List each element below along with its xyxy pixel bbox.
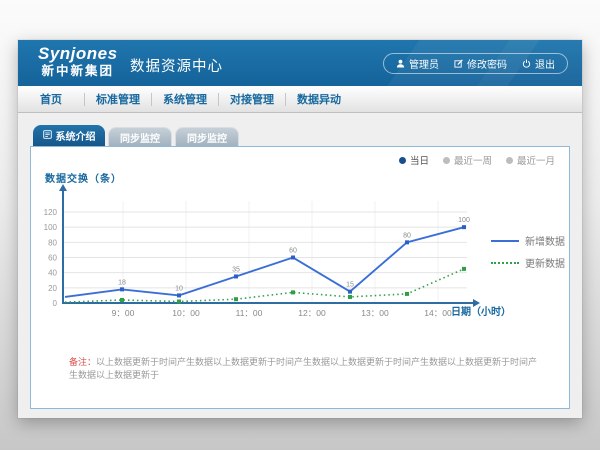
legend-label: 新增数据 [525,233,565,248]
tab-label: 同步监控 [120,130,160,145]
nav-item-data-change[interactable]: 数据异动 [286,91,352,107]
svg-text:10: 10 [175,285,183,292]
filter-label: 最近一月 [517,153,555,167]
legend-label: 更新数据 [525,255,565,270]
svg-text:120: 120 [44,208,58,217]
edit-icon [454,59,463,68]
filter-last-month[interactable]: 最近一月 [506,153,555,167]
tab-sync-monitor-1[interactable]: 同步监控 [108,127,172,146]
filter-today[interactable]: 当日 [399,153,429,167]
nav-item-system-management[interactable]: 系统管理 [152,91,218,107]
document-icon [43,130,52,142]
x-axis-title: 日期（小时） [451,303,511,318]
svg-text:40: 40 [48,269,57,278]
svg-text:35: 35 [232,266,240,273]
tab-system-intro[interactable]: 系统介绍 [33,125,105,146]
solid-line-swatch-icon [491,240,519,242]
nav-item-home[interactable]: 首页 [18,91,84,107]
main-nav: 首页 标准管理 系统管理 对接管理 数据异动 [18,86,582,113]
filter-label: 当日 [410,153,429,167]
logout-label: 退出 [535,56,555,71]
tab-sync-monitor-2[interactable]: 同步监控 [175,127,239,146]
svg-text:60: 60 [289,248,297,255]
svg-text:80: 80 [403,232,411,239]
change-password-button[interactable]: 修改密码 [454,56,507,71]
svg-text:60: 60 [48,254,57,263]
svg-text:20: 20 [48,284,57,293]
footnote: 备注：以上数据更新于时间产生数据以上数据更新于时间产生数据以上数据更新于时间产生… [69,356,539,382]
filter-last-week[interactable]: 最近一周 [443,153,492,167]
filter-label: 最近一周 [454,153,492,167]
chart-panel: 当日 最近一周 最近一月 数据交换（条） 0204060801001209：00… [30,146,570,409]
logo-text-zh: 新中新集团 [38,64,118,79]
user-actions-group: 管理员 修改密码 退出 [383,53,568,74]
nav-item-integration-management[interactable]: 对接管理 [219,91,285,107]
admin-user-button[interactable]: 管理员 [396,56,439,71]
company-logo: Synjones 新中新集团 [38,44,118,79]
svg-text:0: 0 [53,299,58,308]
browser-page: Synjones 新中新集团 数据资源中心 管理员 修改密码 退出 [18,40,582,418]
app-header: Synjones 新中新集团 数据资源中心 管理员 修改密码 退出 [18,40,582,86]
tab-label: 系统介绍 [56,128,96,143]
footnote-label: 备注： [69,357,96,367]
dotted-line-swatch-icon [491,262,519,264]
line-chart: 0 20 40 60 80 100 120 9：00 10：00 11：00 12：00 13：00 1… [33,181,493,331]
svg-text:13：00: 13：00 [361,308,389,318]
user-icon [396,59,405,68]
page-title: 数据资源中心 [130,55,223,76]
legend-item-new-data[interactable]: 新增数据 [491,233,565,248]
svg-text:80: 80 [48,238,57,247]
logo-text-en: Synjones [38,44,118,64]
tab-label: 同步监控 [187,130,227,145]
svg-text:14：00: 14：00 [424,308,452,318]
legend-item-updated-data[interactable]: 更新数据 [491,255,565,270]
svg-text:10：00: 10：00 [172,308,200,318]
radio-icon [399,157,406,164]
chart-legend: 新增数据 更新数据 [491,233,565,270]
svg-text:12：00: 12：00 [298,308,326,318]
change-password-label: 修改密码 [467,56,507,71]
content-tabs: 系统介绍 同步监控 同步监控 [33,125,239,146]
radio-icon [443,157,450,164]
time-range-filters: 当日 最近一周 最近一月 [399,153,555,167]
power-icon [522,59,531,68]
svg-text:100: 100 [44,223,58,232]
svg-text:9：00: 9：00 [112,308,135,318]
chart-canvas: 0 20 40 60 80 100 120 9：00 10：00 11：00 12：00 13：00 1… [33,181,493,331]
footnote-text: 以上数据更新于时间产生数据以上数据更新于时间产生数据以上数据更新于时间产生数据以… [69,357,537,380]
svg-text:11：00: 11：00 [236,308,263,318]
svg-text:18: 18 [118,279,126,286]
svg-text:15: 15 [346,282,354,289]
logout-button[interactable]: 退出 [522,56,555,71]
nav-item-standard-management[interactable]: 标准管理 [85,91,151,107]
admin-user-label: 管理员 [409,56,439,71]
svg-text:100: 100 [458,217,470,224]
radio-icon [506,157,513,164]
